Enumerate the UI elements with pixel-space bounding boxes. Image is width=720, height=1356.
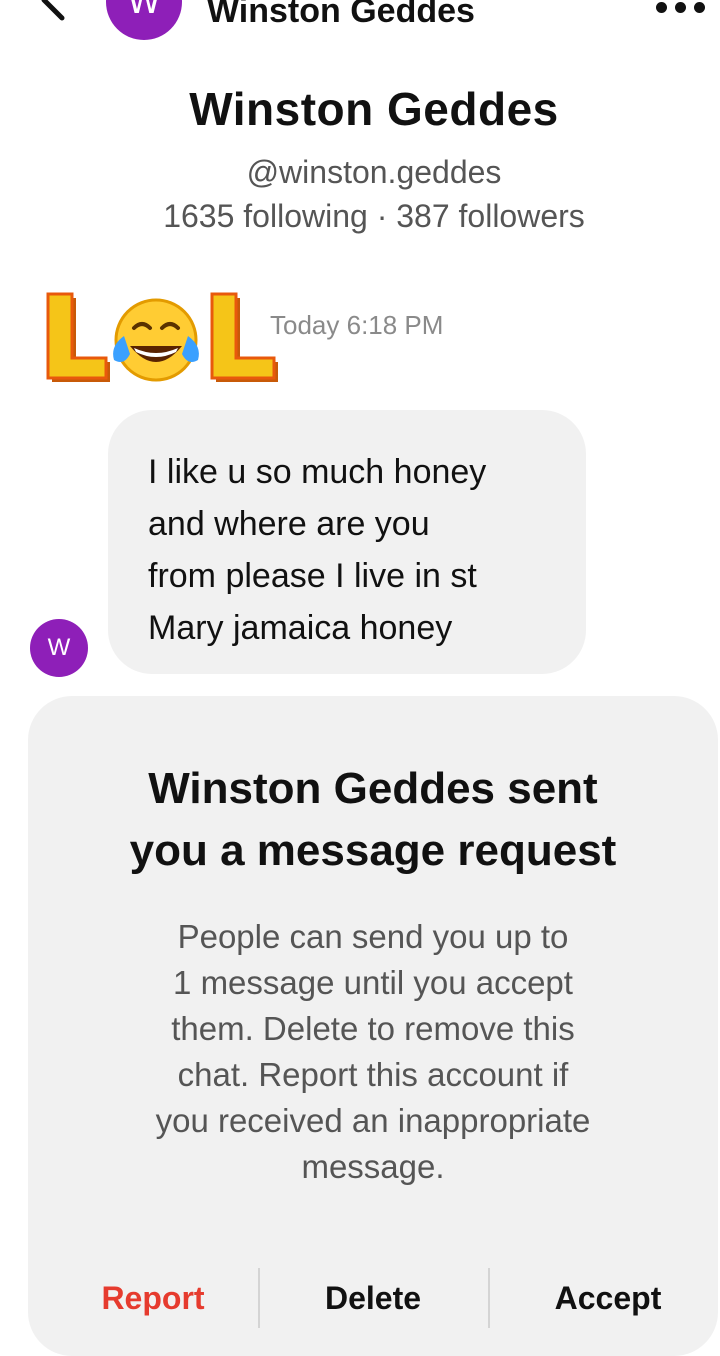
lol-letter-l xyxy=(46,292,110,382)
request-description-line: message. xyxy=(301,1148,445,1185)
request-title-line: you a message request xyxy=(129,826,617,875)
more-dots-icon[interactable] xyxy=(652,0,708,16)
delete-button[interactable]: Delete xyxy=(288,1280,458,1317)
chevron-left-icon[interactable] xyxy=(36,0,70,24)
profile-handle: @winston.geddes xyxy=(246,154,502,190)
profile-name: Winston Geddes xyxy=(189,83,559,135)
header-title[interactable]: Winston Geddes xyxy=(207,0,475,31)
request-description-line: chat. Report this account if xyxy=(177,1056,569,1093)
action-divider xyxy=(258,1268,260,1328)
lol-sticker xyxy=(46,292,278,382)
request-description-line: People can send you up to xyxy=(177,918,569,955)
request-description-line: 1 message until you accept xyxy=(173,964,573,1001)
profile-counts: 1635 following · 387 followers xyxy=(163,198,585,234)
top-bar: W Winston Geddes xyxy=(0,0,720,42)
message-line: I like u so much honey xyxy=(148,453,487,491)
request-description: People can send you up to 1 message unti… xyxy=(28,914,718,1190)
accept-button[interactable]: Accept xyxy=(508,1280,708,1317)
request-description-line: them. Delete to remove this xyxy=(171,1010,575,1047)
action-divider xyxy=(488,1268,490,1328)
request-description-line: you received an inappropriate xyxy=(155,1102,591,1139)
header-avatar[interactable]: W xyxy=(106,0,182,40)
message-line: and where are you xyxy=(148,505,430,543)
message-request-card: Winston Geddes sent you a message reques… xyxy=(28,696,718,1356)
laughing-crying-emoji-icon xyxy=(113,298,199,382)
sender-avatar[interactable]: W xyxy=(30,619,88,677)
message-timestamp: Today 6:18 PM xyxy=(270,310,444,340)
report-button[interactable]: Report xyxy=(68,1280,238,1317)
lol-letter-l xyxy=(210,292,278,382)
message-line: Mary jamaica honey xyxy=(148,609,453,647)
request-actions: Report Delete Accept xyxy=(28,1268,718,1340)
request-title-line: Winston Geddes sent xyxy=(148,764,598,813)
message-line: from please I live in st xyxy=(148,557,477,595)
request-title: Winston Geddes sent you a message reques… xyxy=(28,758,718,882)
message-bubble[interactable]: I like u so much honey and where are you… xyxy=(108,410,586,674)
